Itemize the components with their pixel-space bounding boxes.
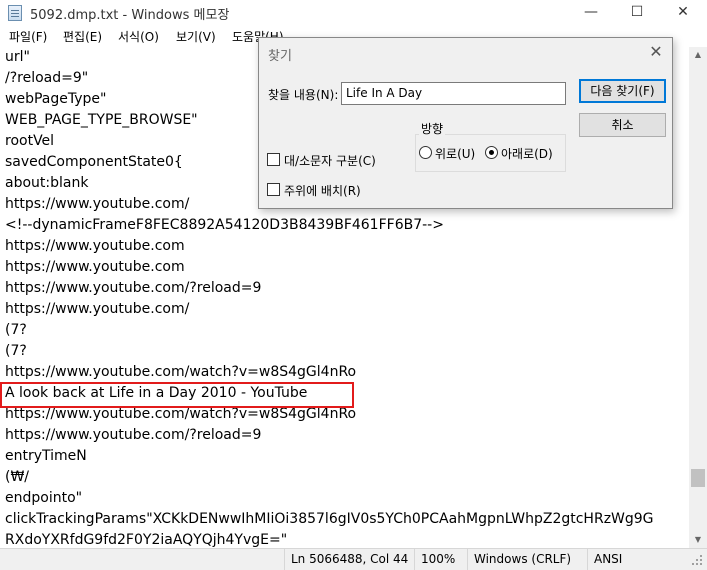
status-bar: Ln 5066488, Col 44 100% Windows (CRLF) A… [0, 548, 707, 570]
encoding: ANSI [587, 549, 687, 570]
minimize-button[interactable]: — [568, 0, 614, 26]
dialog-close-icon[interactable]: ✕ [645, 41, 667, 63]
match-case-label[interactable]: 대/소문자 구분(C) [284, 152, 376, 169]
text-line: (₩/ [5, 469, 30, 485]
text-line: WEB_PAGE_TYPE_BROWSE" [5, 112, 198, 128]
find-input[interactable]: Life In A Day [341, 82, 566, 105]
text-line: clickTrackingParams"XCKkDENwwIhMIiOi3857… [5, 511, 654, 527]
scroll-down-arrow-icon[interactable]: ▼ [689, 532, 707, 548]
text-line: rootVel [5, 133, 55, 149]
find-label: 찾을 내용(N): [268, 88, 339, 102]
line-ending: Windows (CRLF) [467, 549, 587, 570]
dialog-title: 찾기 [268, 49, 292, 64]
direction-up-label[interactable]: 위로(U) [435, 145, 475, 162]
window-title: 5092.dmp.txt - Windows 메모장 [30, 8, 230, 23]
direction-label: 방향 [419, 120, 446, 137]
menu-view[interactable]: 보기(V) [176, 28, 216, 45]
text-line: /?reload=9" [5, 70, 89, 86]
wrap-around-label[interactable]: 주위에 배치(R) [284, 182, 361, 199]
text-line: entryTimeN [5, 448, 87, 464]
direction-down-radio[interactable] [485, 146, 498, 159]
text-line: https://www.youtube.com [5, 238, 185, 254]
direction-down-label[interactable]: 아래로(D) [501, 145, 553, 162]
text-line: about:blank [5, 175, 89, 191]
text-line: (7? [5, 343, 27, 359]
menu-format[interactable]: 서식(O) [118, 28, 159, 45]
text-line: <!--dynamicFrameF8FEC8892A54120D3B8439BF… [5, 217, 444, 233]
text-line: https://www.youtube.com [5, 259, 185, 275]
direction-up-radio[interactable] [419, 146, 432, 159]
text-line: https://www.youtube.com/ [5, 301, 190, 317]
menu-file[interactable]: 파일(F) [9, 28, 47, 45]
vertical-scrollbar[interactable]: ▲ ▼ [689, 47, 707, 548]
zoom-level: 100% [414, 549, 467, 570]
match-case-checkbox[interactable] [267, 153, 280, 166]
text-line: webPageType" [5, 91, 107, 107]
text-line: RXdoYXRfdG9fd2F0Y2iaAQYQjh4YvgE=" [5, 532, 288, 548]
text-line: (7? [5, 322, 27, 338]
cancel-button[interactable]: 취소 [579, 113, 666, 137]
title-bar[interactable]: 5092.dmp.txt - Windows 메모장 — ☐ ✕ [0, 0, 707, 26]
scroll-thumb[interactable] [691, 469, 705, 487]
text-line: savedComponentState0{ [5, 154, 183, 170]
wrap-around-checkbox[interactable] [267, 183, 280, 196]
cursor-position: Ln 5066488, Col 44 [284, 549, 414, 570]
find-dialog[interactable]: 찾기 ✕ 찾을 내용(N): Life In A Day 다음 찾기(F) 취소… [258, 37, 673, 209]
resize-grip-icon[interactable] [690, 553, 704, 567]
text-line: url" [5, 49, 30, 65]
text-line: https://www.youtube.com/ [5, 196, 190, 212]
close-button[interactable]: ✕ [660, 0, 706, 26]
text-line: endpointo" [5, 490, 83, 506]
text-line: https://www.youtube.com/?reload=9 [5, 427, 262, 443]
text-line: https://www.youtube.com/?reload=9 [5, 280, 262, 296]
maximize-button[interactable]: ☐ [614, 0, 660, 26]
menu-edit[interactable]: 편집(E) [63, 28, 102, 45]
scroll-up-arrow-icon[interactable]: ▲ [689, 47, 707, 63]
highlight-box [0, 382, 354, 408]
notepad-icon [8, 5, 22, 21]
text-line: https://www.youtube.com/watch?v=w8S4gGl4… [5, 406, 357, 422]
find-next-button[interactable]: 다음 찾기(F) [579, 79, 666, 103]
text-line: https://www.youtube.com/watch?v=w8S4gGl4… [5, 364, 357, 380]
